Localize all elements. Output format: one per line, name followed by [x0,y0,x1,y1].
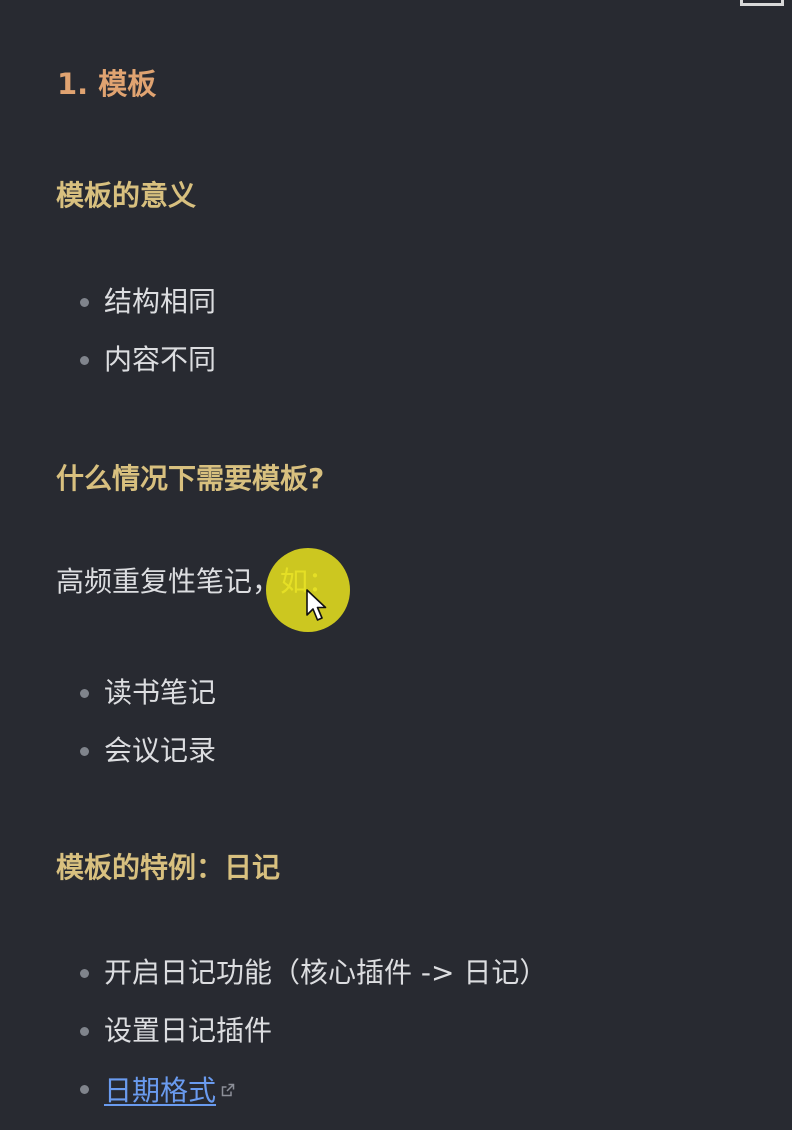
window-corner-glyph [740,0,784,6]
list-item: 设置日记插件 [0,1011,547,1069]
section-title-diary: 模板的特例：日记 [56,851,281,884]
list-item: 结构相同 [0,282,216,340]
bullet-icon [80,689,89,698]
bullet-icon [80,747,89,756]
list-item-text: 内容不同 [104,343,217,376]
mouse-cursor-icon [306,589,327,621]
bullet-icon [80,356,89,365]
list-item-text: 会议记录 [104,734,217,767]
bullet-icon [80,298,89,307]
diary-list: 开启日记功能（核心插件 -> 日记） 设置日记插件 日期格式 [0,953,547,1127]
paragraph-text: 高频重复性笔记， [56,565,281,598]
page-heading: 1. 模板 [57,67,157,101]
bullet-icon [80,969,89,978]
bullet-icon [80,1085,89,1094]
section-title-meaning: 模板的意义 [56,179,197,212]
date-format-link[interactable]: 日期格式 [104,1074,216,1107]
list-item: 日期格式 [0,1069,547,1127]
bullet-icon [80,1027,89,1036]
list-item: 读书笔记 [0,673,216,731]
external-link-icon [220,1069,235,1109]
list-item-text: 结构相同 [104,285,217,318]
list-item-text: 设置日记插件 [104,1014,273,1047]
section-title-when-needed: 什么情况下需要模板? [56,462,325,495]
list-item: 内容不同 [0,340,216,398]
list-item-text: 读书笔记 [104,676,217,709]
meaning-list: 结构相同 内容不同 [0,282,216,398]
list-item: 会议记录 [0,731,216,789]
list-item: 开启日记功能（核心插件 -> 日记） [0,953,547,1011]
examples-list: 读书笔记 会议记录 [0,673,216,789]
list-item-text: 开启日记功能（核心插件 -> 日记） [104,956,548,989]
